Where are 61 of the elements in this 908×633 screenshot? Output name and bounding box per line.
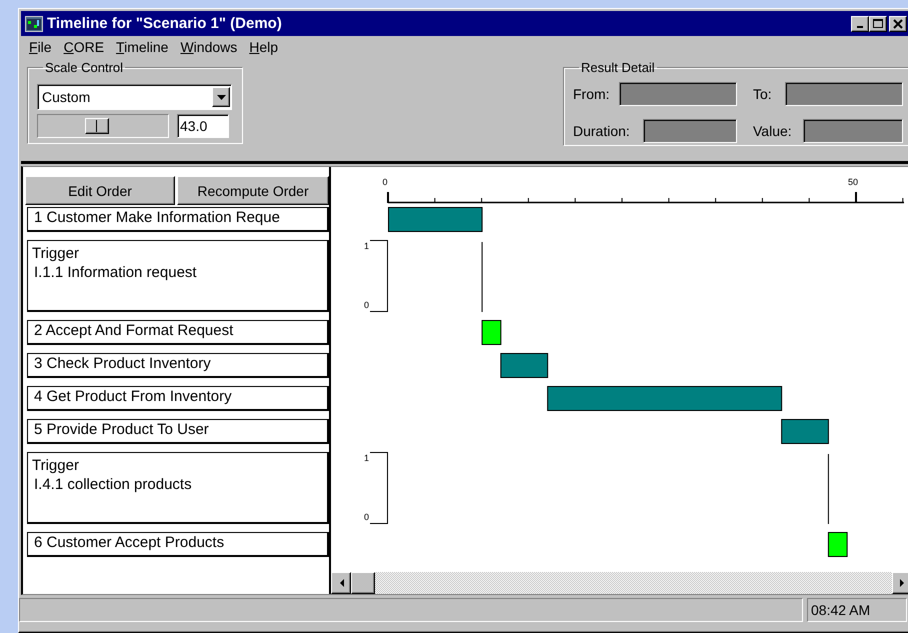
close-icon [893,18,903,28]
event-bar[interactable] [482,320,502,345]
recompute-order-button[interactable]: Recompute Order [177,176,329,205]
step-item[interactable]: 6 Customer Accept Products [27,532,329,557]
right-arrow-icon [900,579,904,587]
caret-icon [216,94,226,100]
field-label: From: [573,86,610,102]
group-label: Scale Control [44,60,124,75]
field-label: To: [753,86,772,102]
event-bar[interactable] [828,532,848,557]
group-label: Result Detail [580,60,656,75]
field-label: Duration: [573,123,630,140]
scale-slider[interactable] [37,114,169,138]
scale-value-field[interactable]: 43.0 [177,114,229,138]
clock-text: 08:42 AM [807,598,907,622]
menu-item[interactable]: File [23,39,58,55]
trigger-line [482,242,483,312]
scale-label: 0 [364,300,370,310]
axis-label: 0 [382,177,388,187]
task-bar[interactable] [388,207,483,232]
step-item[interactable]: 1 Customer Make Information Reque [27,207,329,232]
maximize-button[interactable] [869,16,887,32]
menu-item[interactable]: Windows [174,39,244,55]
trigger-text: I.1.1 Information request [33,264,198,281]
scale-label: 0 [364,512,370,522]
field-label: Value: [753,123,792,140]
scale-label: 1 [364,453,370,463]
menu-item[interactable]: CORE [58,39,110,55]
scale-bracket [370,452,388,524]
horizontal-scrollbar[interactable] [331,572,908,594]
trigger-title: Trigger [32,245,80,262]
left-arrow-icon [338,579,344,587]
step-item[interactable]: 4 Get Product From Inventory [27,386,329,411]
scroll-left-button[interactable] [331,572,351,594]
task-bar[interactable] [500,353,548,378]
minimize-icon [857,26,863,28]
edit-order-button[interactable]: Edit Order [25,176,175,205]
minimize-button[interactable] [851,16,869,32]
step-item[interactable]: 3 Check Product Inventory [27,353,329,378]
menu-item[interactable]: Help [243,39,284,55]
scroll-right-button[interactable] [892,572,908,594]
trigger-line [828,454,829,524]
slider-thumb[interactable] [84,118,108,134]
close-button[interactable] [889,16,907,32]
task-bar[interactable] [781,419,829,444]
step-item[interactable]: 2 Accept And Format Request [27,320,329,345]
axis-label: 50 [848,177,858,187]
scroll-thumb[interactable] [351,572,375,594]
trigger-panel[interactable]: Trigger I.1.1 Information request [27,240,329,312]
app-icon [25,16,43,32]
window-title: Timeline for "Scenario 1" (Demo) [47,15,283,32]
step-item[interactable]: 5 Provide Product To User [27,419,329,444]
scale-dropdown[interactable]: Custom [37,84,232,110]
trigger-text: I.4.1 collection products [33,476,193,493]
task-bar[interactable] [547,386,782,411]
maximize-icon [873,18,883,28]
trigger-panel[interactable]: Trigger I.4.1 collection products [27,452,329,524]
trigger-title: Trigger [32,457,80,474]
scale-bracket [370,240,388,312]
scale-label: 1 [364,241,370,251]
menu-item[interactable]: Timeline [110,39,174,55]
